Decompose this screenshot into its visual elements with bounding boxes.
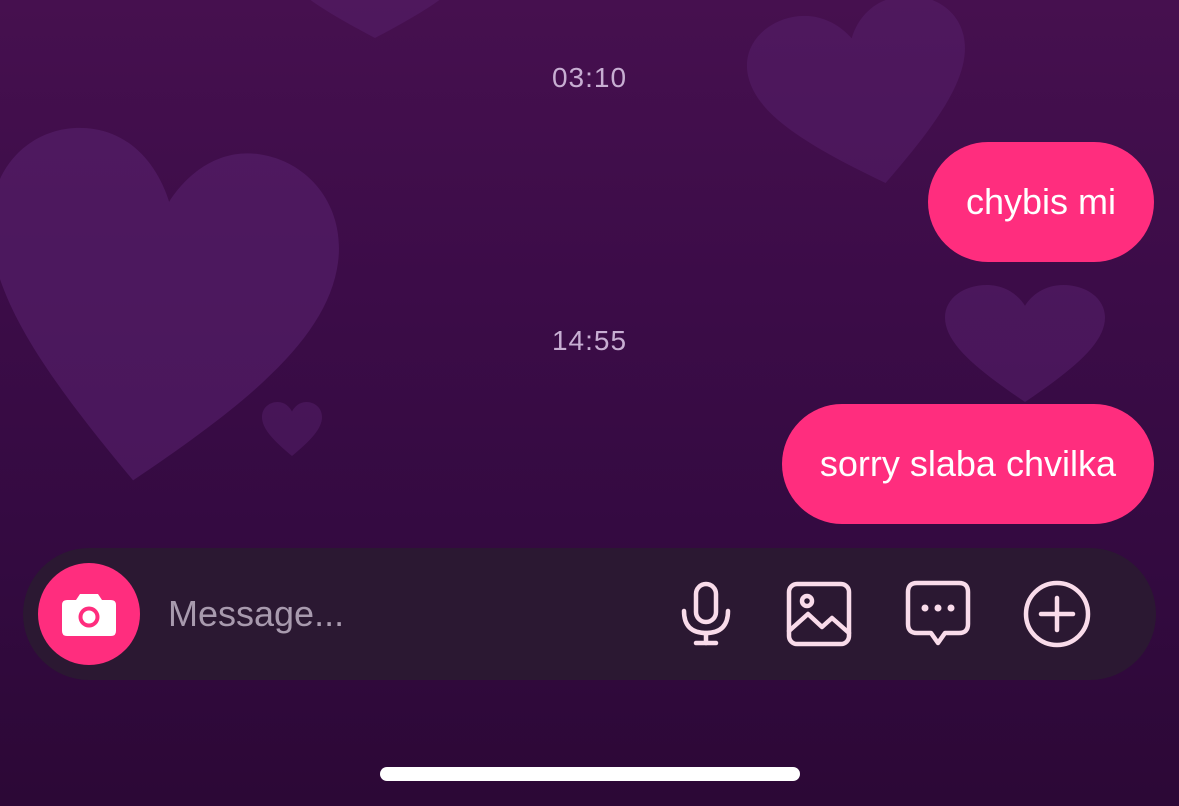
home-indicator[interactable] bbox=[380, 767, 800, 781]
gallery-button[interactable] bbox=[784, 579, 854, 649]
sticker-icon bbox=[905, 580, 971, 646]
decorative-heart bbox=[262, 402, 322, 456]
chat-screen: 03:10 chybis mi 14:55 sorry slaba chvilk… bbox=[0, 0, 1179, 806]
add-button[interactable] bbox=[1022, 579, 1092, 649]
sticker-button[interactable] bbox=[903, 579, 973, 649]
heart-background bbox=[0, 0, 1105, 507]
decorative-heart bbox=[0, 115, 351, 507]
microphone-icon bbox=[681, 581, 731, 646]
microphone-button[interactable] bbox=[671, 579, 741, 649]
sent-message-bubble[interactable]: sorry slaba chvilka bbox=[781, 404, 1154, 524]
plus-icon bbox=[1023, 580, 1091, 648]
message-timestamp: 03:10 bbox=[551, 62, 628, 93]
message-timestamp: 14:55 bbox=[551, 325, 628, 356]
camera-button[interactable] bbox=[38, 563, 140, 665]
decorative-heart bbox=[280, 0, 470, 38]
gallery-icon bbox=[786, 581, 852, 647]
sent-message-bubble[interactable]: chybis mi bbox=[927, 142, 1154, 262]
message-input[interactable] bbox=[168, 584, 648, 644]
message-composer bbox=[23, 548, 1156, 680]
camera-icon bbox=[62, 594, 116, 636]
